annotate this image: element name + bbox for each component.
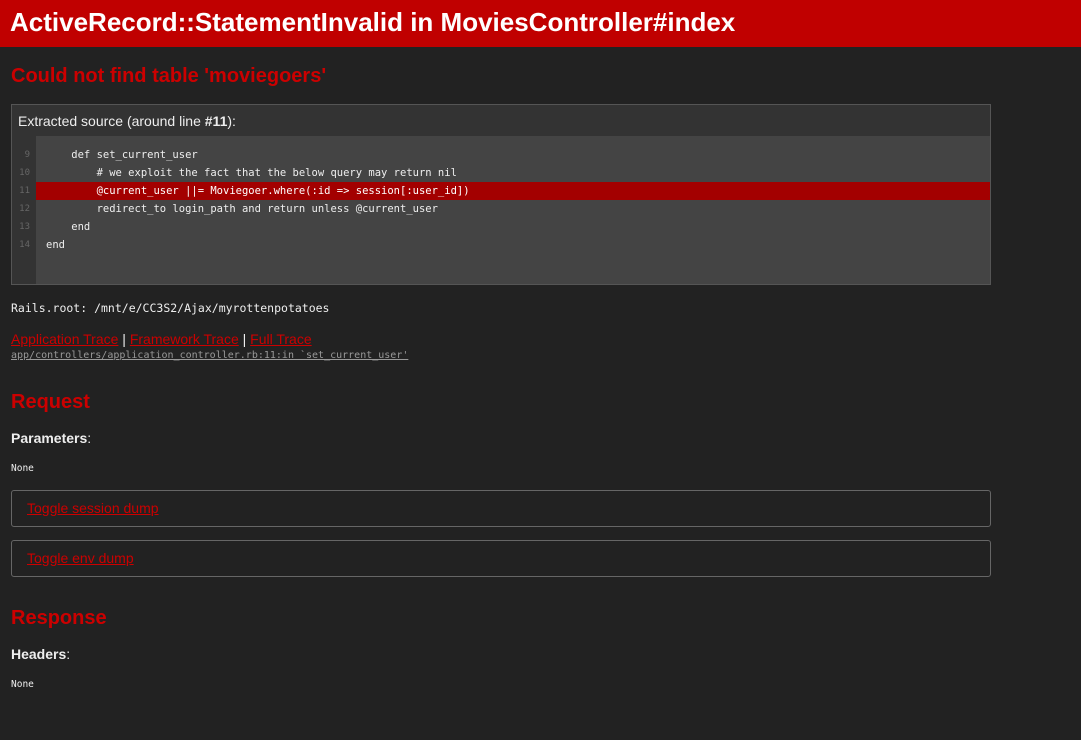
session-dump-panel: Toggle session dump [11, 490, 991, 527]
code-line-highlighted: @current_user ||= Moviegoer.where(:id =>… [36, 182, 990, 200]
trace-links: Application Trace | Framework Trace | Fu… [11, 331, 1070, 347]
code-line: # we exploit the fact that the below que… [46, 167, 457, 179]
code-line: redirect_to login_path and return unless… [46, 203, 438, 215]
headers-label-text: Headers [11, 646, 67, 662]
error-header: ActiveRecord::StatementInvalid in Movies… [0, 0, 1081, 47]
main-content: Could not find table 'moviegoers' Extrac… [0, 64, 1081, 690]
line-numbers: 9 10 11 12 13 14 [12, 136, 36, 284]
line-number: 12 [19, 204, 30, 214]
request-heading: Request [11, 391, 90, 413]
source-title-prefix: Extracted source (around line [18, 113, 205, 129]
code-lines: def set_current_user # we exploit the fa… [36, 136, 990, 284]
trace-separator: | [122, 331, 126, 347]
extracted-source-panel: Extracted source (around line #11): 9 10… [11, 104, 991, 285]
extracted-source-title: Extracted source (around line #11): [12, 105, 990, 136]
line-number: 13 [19, 222, 30, 232]
line-number: 11 [19, 186, 30, 196]
line-number: 10 [19, 168, 30, 178]
source-title-line: #11 [204, 113, 228, 129]
headers-label: Headers: [11, 646, 71, 662]
headers-value: None [11, 679, 34, 690]
error-title: ActiveRecord::StatementInvalid in Movies… [10, 7, 736, 37]
trace-separator: | [242, 331, 247, 347]
application-trace-link[interactable]: Application Trace [11, 331, 118, 347]
trace-path-link[interactable]: app/controllers/application_controller.r… [11, 350, 1070, 361]
rails-root: Rails.root: /mnt/e/CC3S2/Ajax/myrottenpo… [11, 301, 330, 315]
line-number: 14 [19, 240, 30, 250]
code-line: end [46, 221, 91, 233]
response-heading: Response [11, 607, 107, 629]
code-line: def set_current_user [46, 149, 198, 161]
code-line: end [46, 239, 65, 251]
source-title-suffix: ): [227, 113, 236, 129]
framework-trace-link[interactable]: Framework Trace [130, 331, 239, 347]
full-trace-link[interactable]: Full Trace [250, 331, 311, 347]
error-message: Could not find table 'moviegoers' [11, 65, 327, 87]
parameters-label-text: Parameters [11, 430, 88, 446]
line-number: 9 [24, 150, 30, 160]
parameters-value: None [11, 463, 34, 474]
toggle-env-dump-link[interactable]: Toggle env dump [27, 550, 134, 566]
parameters-label: Parameters: [11, 430, 92, 446]
toggle-session-dump-link[interactable]: Toggle session dump [27, 500, 159, 516]
code-area: 9 10 11 12 13 14 def set_current_user # … [12, 136, 990, 284]
env-dump-panel: Toggle env dump [11, 540, 991, 577]
